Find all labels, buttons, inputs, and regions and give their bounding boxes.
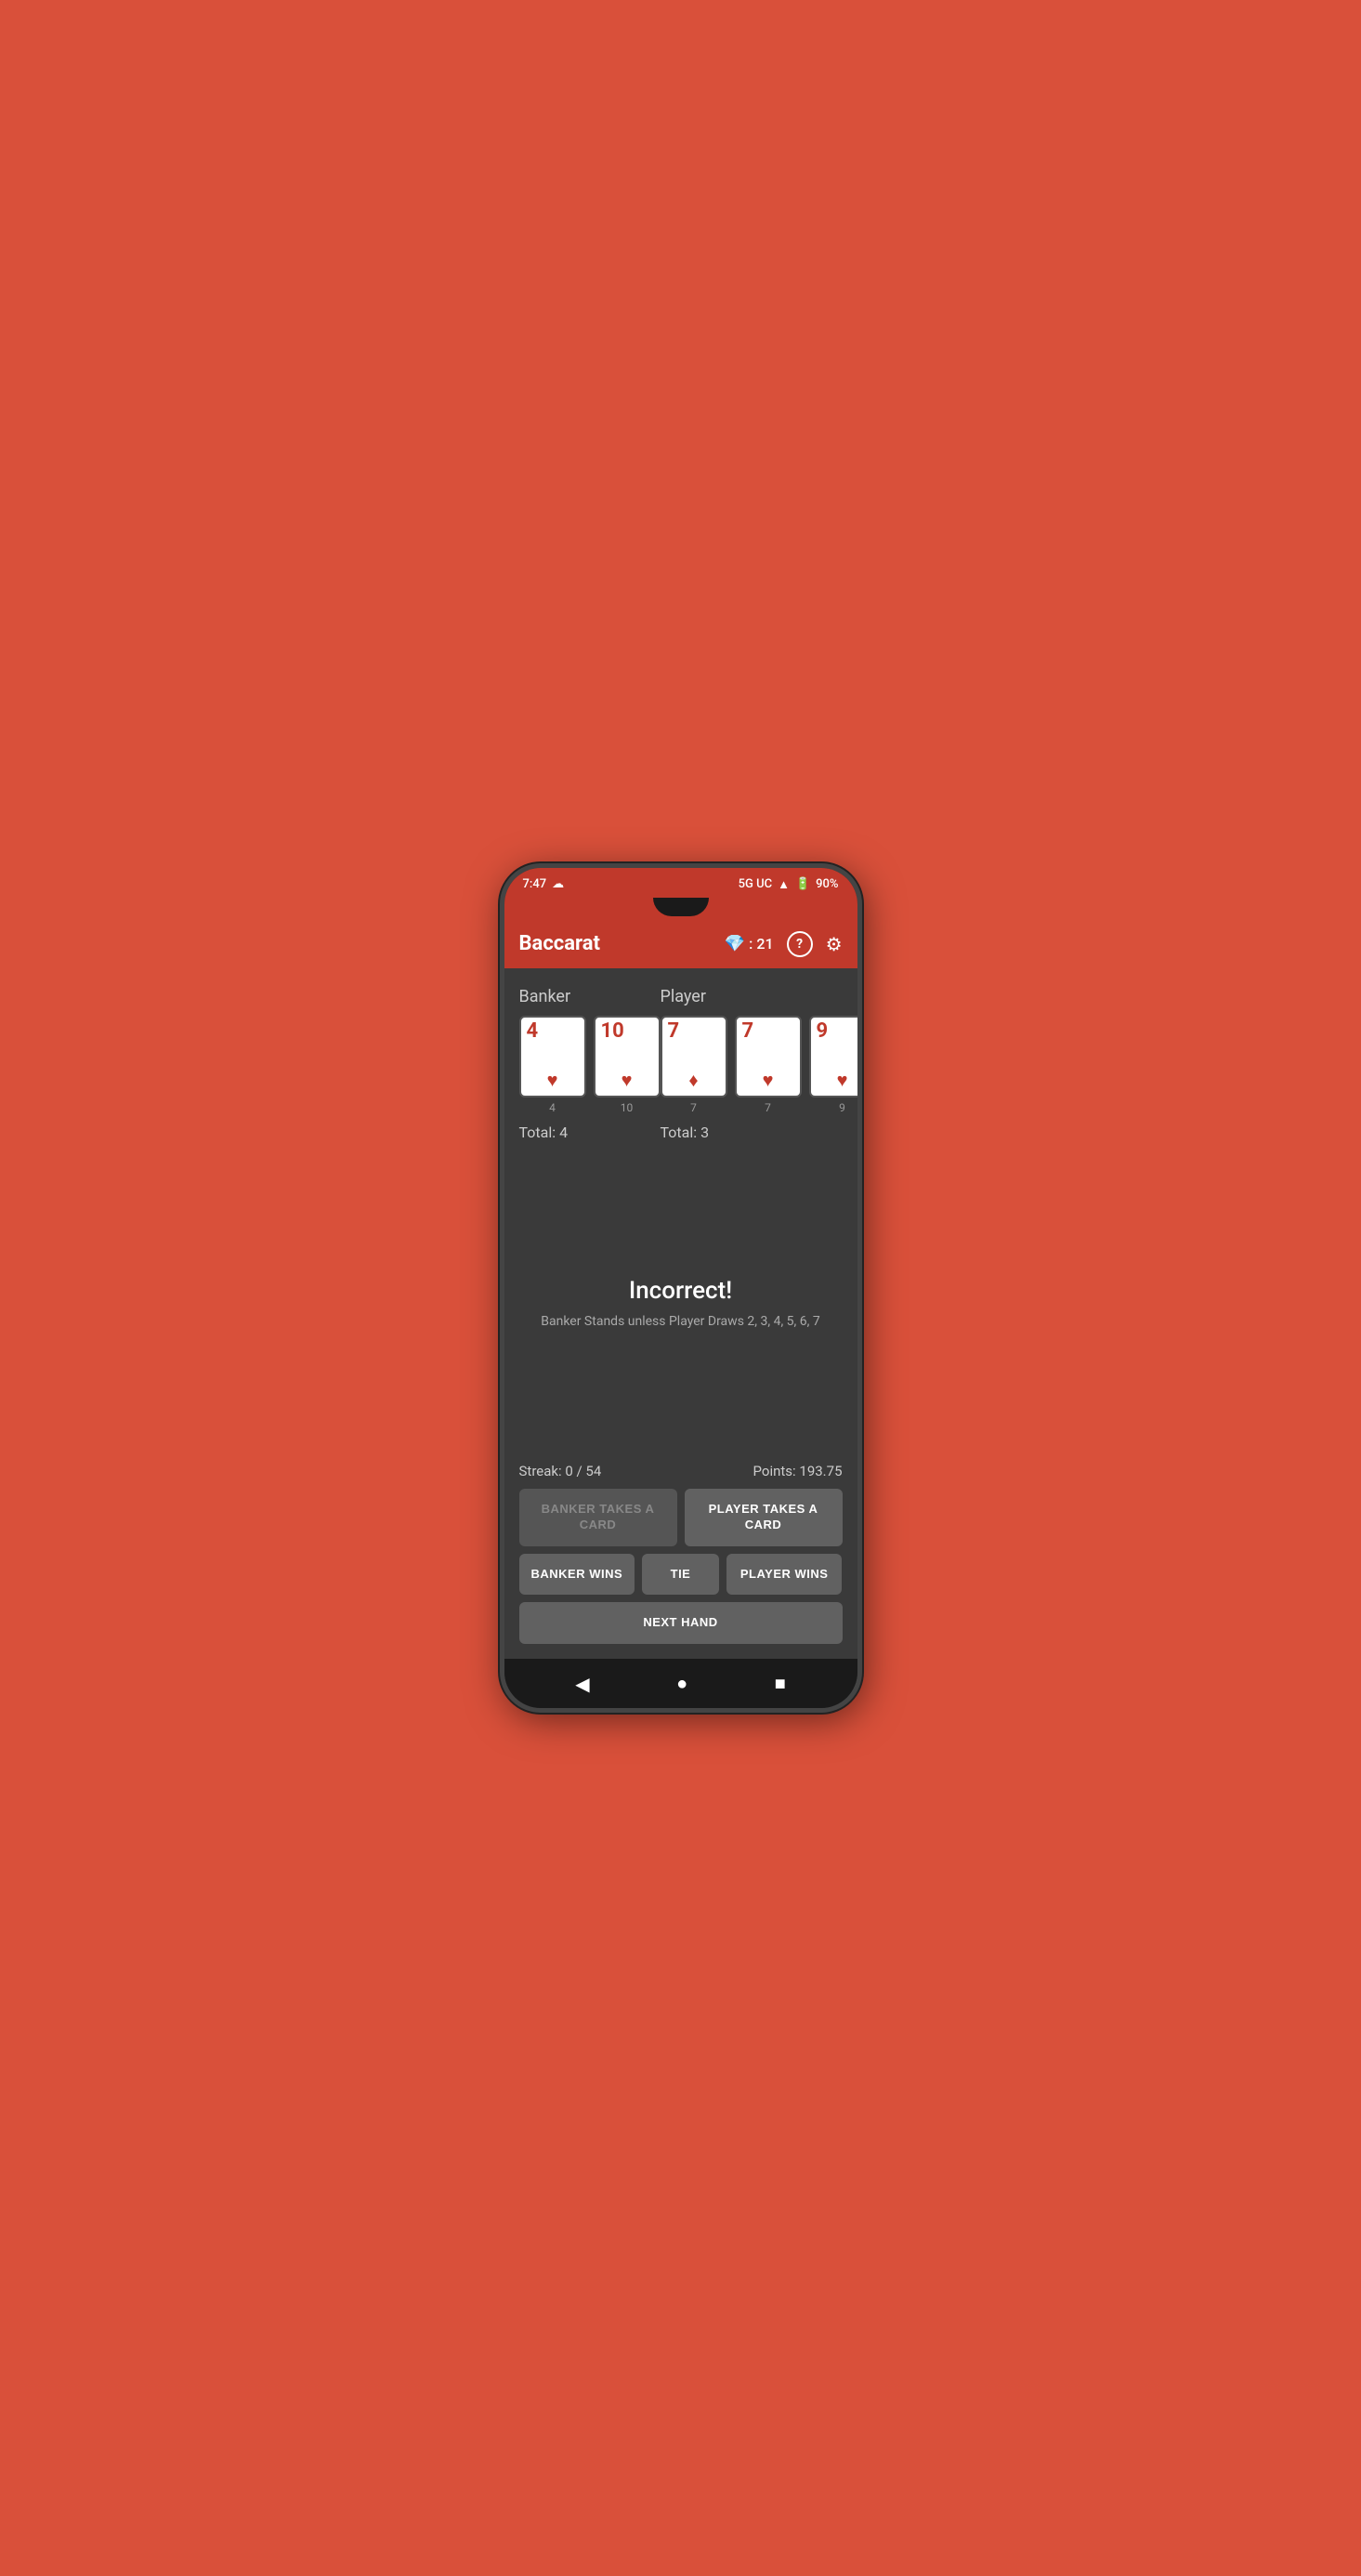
app-title: Baccarat xyxy=(519,932,725,955)
banker-takes-card-button[interactable]: BANKER TAKES A CARD xyxy=(519,1489,677,1546)
status-left: 7:47 ☁ xyxy=(523,877,565,891)
player-total: Total: 3 xyxy=(661,1124,862,1141)
battery-level: 90% xyxy=(816,877,838,891)
player-card-1: 7 ♥ 7 xyxy=(735,1016,802,1114)
feedback-detail: Banker Stands unless Player Draws 2, 3, … xyxy=(541,1314,819,1329)
status-bar: 7:47 ☁ 5G UC ▲ 🔋 90% xyxy=(504,868,857,898)
app-bar: Baccarat 💎 : 21 ? ⚙ xyxy=(504,920,857,968)
settings-button[interactable]: ⚙ xyxy=(826,933,843,955)
notch-area xyxy=(504,898,857,920)
cloud-icon: ☁ xyxy=(552,877,564,891)
gem-icon: 💎 xyxy=(725,934,745,953)
status-right: 5G UC ▲ 🔋 90% xyxy=(739,877,839,892)
next-hand-button[interactable]: NEXT HAND xyxy=(519,1602,843,1644)
banker-card-0: 4 ♥ 4 xyxy=(519,1016,586,1114)
help-button[interactable]: ? xyxy=(787,931,813,957)
banker-wins-button[interactable]: BANKER WINS xyxy=(519,1554,635,1596)
phone-frame: 7:47 ☁ 5G UC ▲ 🔋 90% Baccarat 💎 : 21 ? ⚙ xyxy=(500,863,862,1714)
player-hand: Player 7 ♦ 7 7 ♥ 7 xyxy=(661,987,862,1141)
player-label: Player xyxy=(661,987,862,1006)
player-card-face-1: 7 ♥ xyxy=(735,1016,802,1097)
back-nav-icon[interactable]: ◀ xyxy=(575,1673,589,1695)
points-stat: Points: 193.75 xyxy=(753,1463,843,1479)
player-card-face-0: 7 ♦ xyxy=(661,1016,727,1097)
gem-score: 💎 : 21 xyxy=(725,934,774,953)
home-nav-icon[interactable]: ● xyxy=(676,1672,687,1695)
player-wins-button[interactable]: PLAYER WINS xyxy=(726,1554,843,1596)
main-content: Banker 4 ♥ 4 10 ♥ 10 xyxy=(504,968,857,1489)
feedback-result: Incorrect! xyxy=(629,1277,732,1305)
nav-bar: ◀ ● ■ xyxy=(504,1659,857,1708)
player-card-0: 7 ♦ 7 xyxy=(661,1016,727,1114)
notch xyxy=(653,898,709,916)
banker-hand: Banker 4 ♥ 4 10 ♥ 10 xyxy=(519,987,661,1141)
status-time: 7:47 xyxy=(523,877,547,891)
banker-card-face-0: 4 ♥ xyxy=(519,1016,586,1097)
player-takes-card-button[interactable]: PLAYER TAKES A CARD xyxy=(685,1489,843,1546)
recents-nav-icon[interactable]: ■ xyxy=(775,1672,786,1695)
app-bar-actions: 💎 : 21 ? ⚙ xyxy=(725,931,843,957)
player-card-face-2: 9 ♥ xyxy=(809,1016,862,1097)
signal-icon: ▲ xyxy=(778,877,790,892)
banker-label: Banker xyxy=(519,987,661,1006)
bottom-buttons: BANKER TAKES A CARD PLAYER TAKES A CARD … xyxy=(504,1489,857,1660)
tie-button[interactable]: TIE xyxy=(642,1554,719,1596)
hands-row: Banker 4 ♥ 4 10 ♥ 10 xyxy=(519,987,843,1141)
network-label: 5G UC xyxy=(739,877,772,891)
gem-score-value: : 21 xyxy=(749,935,773,953)
banker-cards: 4 ♥ 4 10 ♥ 10 xyxy=(519,1016,661,1114)
battery-icon: 🔋 xyxy=(795,877,810,891)
player-card-2: 9 ♥ 9 xyxy=(809,1016,862,1114)
player-cards: 7 ♦ 7 7 ♥ 7 9 xyxy=(661,1016,862,1114)
feedback-area: Incorrect! Banker Stands unless Player D… xyxy=(519,1156,843,1450)
action-row-mid: BANKER WINS TIE PLAYER WINS xyxy=(519,1554,843,1596)
streak-stat: Streak: 0 / 54 xyxy=(519,1463,602,1479)
stats-row: Streak: 0 / 54 Points: 193.75 xyxy=(519,1450,843,1489)
action-row-top: BANKER TAKES A CARD PLAYER TAKES A CARD xyxy=(519,1489,843,1546)
banker-total: Total: 4 xyxy=(519,1124,661,1141)
banker-card-1: 10 ♥ 10 xyxy=(594,1016,661,1114)
banker-card-face-1: 10 ♥ xyxy=(594,1016,661,1097)
